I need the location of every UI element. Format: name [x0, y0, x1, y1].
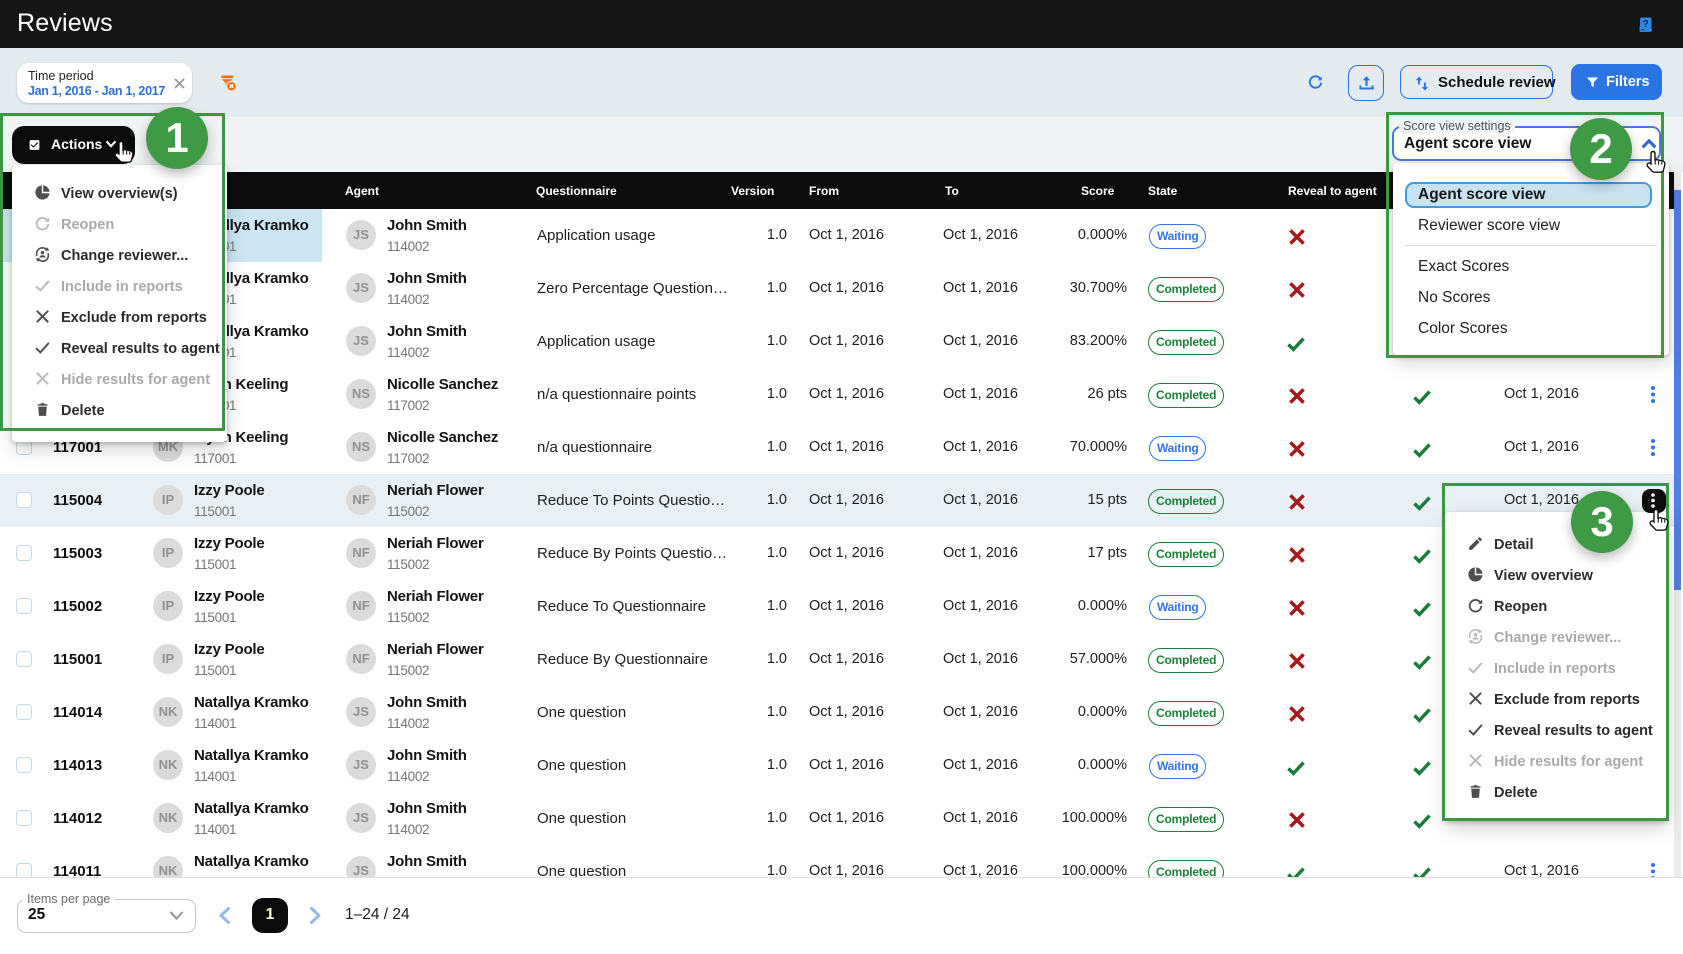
svg-text:?: ?	[1643, 19, 1649, 30]
